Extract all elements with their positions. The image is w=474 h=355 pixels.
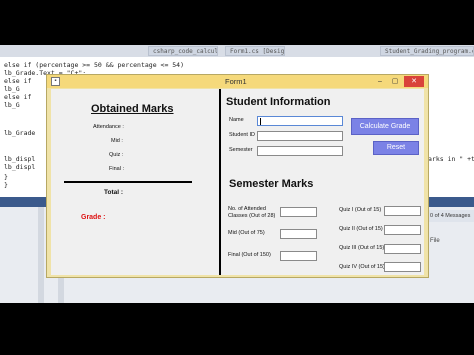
close-button[interactable]: ✕ — [404, 76, 424, 87]
semester-input[interactable] — [257, 146, 343, 156]
code-line-right: arks in " +th — [428, 155, 474, 163]
code-line: else if — [4, 93, 32, 101]
ide-tab[interactable]: csharp_code_calculation.cs — [148, 46, 218, 56]
quiz2-label: Quiz II (Out of 15) — [339, 226, 383, 232]
vertical-divider — [219, 89, 221, 275]
code-line: lb_G — [4, 101, 20, 109]
semester-marks-heading: Semester Marks — [229, 178, 314, 190]
code-line: } — [4, 173, 8, 181]
ide-file-column: File — [430, 238, 440, 244]
quiz4-label: Quiz IV (Out of 15) — [339, 264, 385, 270]
window-title: Form1 — [225, 77, 247, 86]
student-id-input[interactable] — [257, 131, 343, 141]
quiz1-input[interactable] — [384, 206, 421, 216]
form-app-icon: ▪ — [51, 77, 60, 86]
horizontal-divider — [64, 181, 192, 183]
final-marks-label: Final (Out of 150) — [228, 252, 271, 258]
semester-label: Semester — [229, 147, 253, 153]
ide-tab-strip: csharp_code_calculation.cs Form1.cs [Des… — [0, 45, 474, 57]
ide-panel-divider — [38, 207, 44, 303]
code-line: lb_displ — [4, 155, 36, 163]
text-caret — [260, 118, 261, 125]
code-line: else if (percentage >= 50 && percentage … — [4, 61, 185, 69]
student-id-label: Student ID — [229, 132, 255, 138]
obtained-marks-heading: Obtained Marks — [91, 103, 174, 115]
final-marks-input[interactable] — [280, 251, 317, 261]
final-label: Final : — [109, 166, 124, 172]
code-line: lb_displ — [4, 163, 36, 171]
ide-tab[interactable]: Form1.cs [Design] — [225, 46, 285, 56]
form1-window: ▪ Form1 – ▢ ✕ Obtained Marks Attendance … — [46, 74, 429, 278]
name-input[interactable] — [257, 116, 343, 126]
form-client-area: Obtained Marks Attendance : Mid : Quiz :… — [51, 89, 424, 275]
attendance-label: Attendance : — [93, 124, 124, 130]
mid-marks-input[interactable] — [280, 229, 317, 239]
code-line: lb_G — [4, 85, 20, 93]
total-label: Total : — [104, 189, 124, 196]
attended-classes-label: No. of Attended Classes (Out of 28) — [228, 206, 276, 219]
code-line: else if — [4, 77, 32, 85]
ide-tab[interactable]: Student_Grading_program.cs — [380, 46, 474, 56]
student-info-heading: Student Information — [226, 96, 331, 108]
minimize-button[interactable]: – — [373, 76, 387, 87]
quiz3-label: Quiz III (Out of 15) — [339, 245, 385, 251]
grade-label: Grade : — [81, 214, 106, 221]
calculate-grade-button[interactable]: Calculate Grade — [351, 118, 419, 135]
window-titlebar[interactable]: ▪ Form1 – ▢ ✕ — [47, 75, 428, 88]
quiz4-input[interactable] — [384, 262, 421, 272]
quiz1-label: Quiz I (Out of 15) — [339, 207, 382, 213]
code-line: } — [4, 181, 8, 189]
mid-marks-label: Mid (Out of 75) — [228, 230, 265, 236]
attended-classes-input[interactable] — [280, 207, 317, 217]
reset-button[interactable]: Reset — [373, 141, 419, 155]
error-list-messages[interactable]: 0 of 4 Messages — [428, 210, 474, 222]
mid-label: Mid : — [111, 138, 123, 144]
name-label: Name — [229, 117, 244, 123]
quiz2-input[interactable] — [384, 225, 421, 235]
code-line: lb_Grade — [4, 129, 36, 137]
quiz-label: Quiz : — [109, 152, 124, 158]
quiz3-input[interactable] — [384, 244, 421, 254]
maximize-button[interactable]: ▢ — [388, 76, 402, 87]
